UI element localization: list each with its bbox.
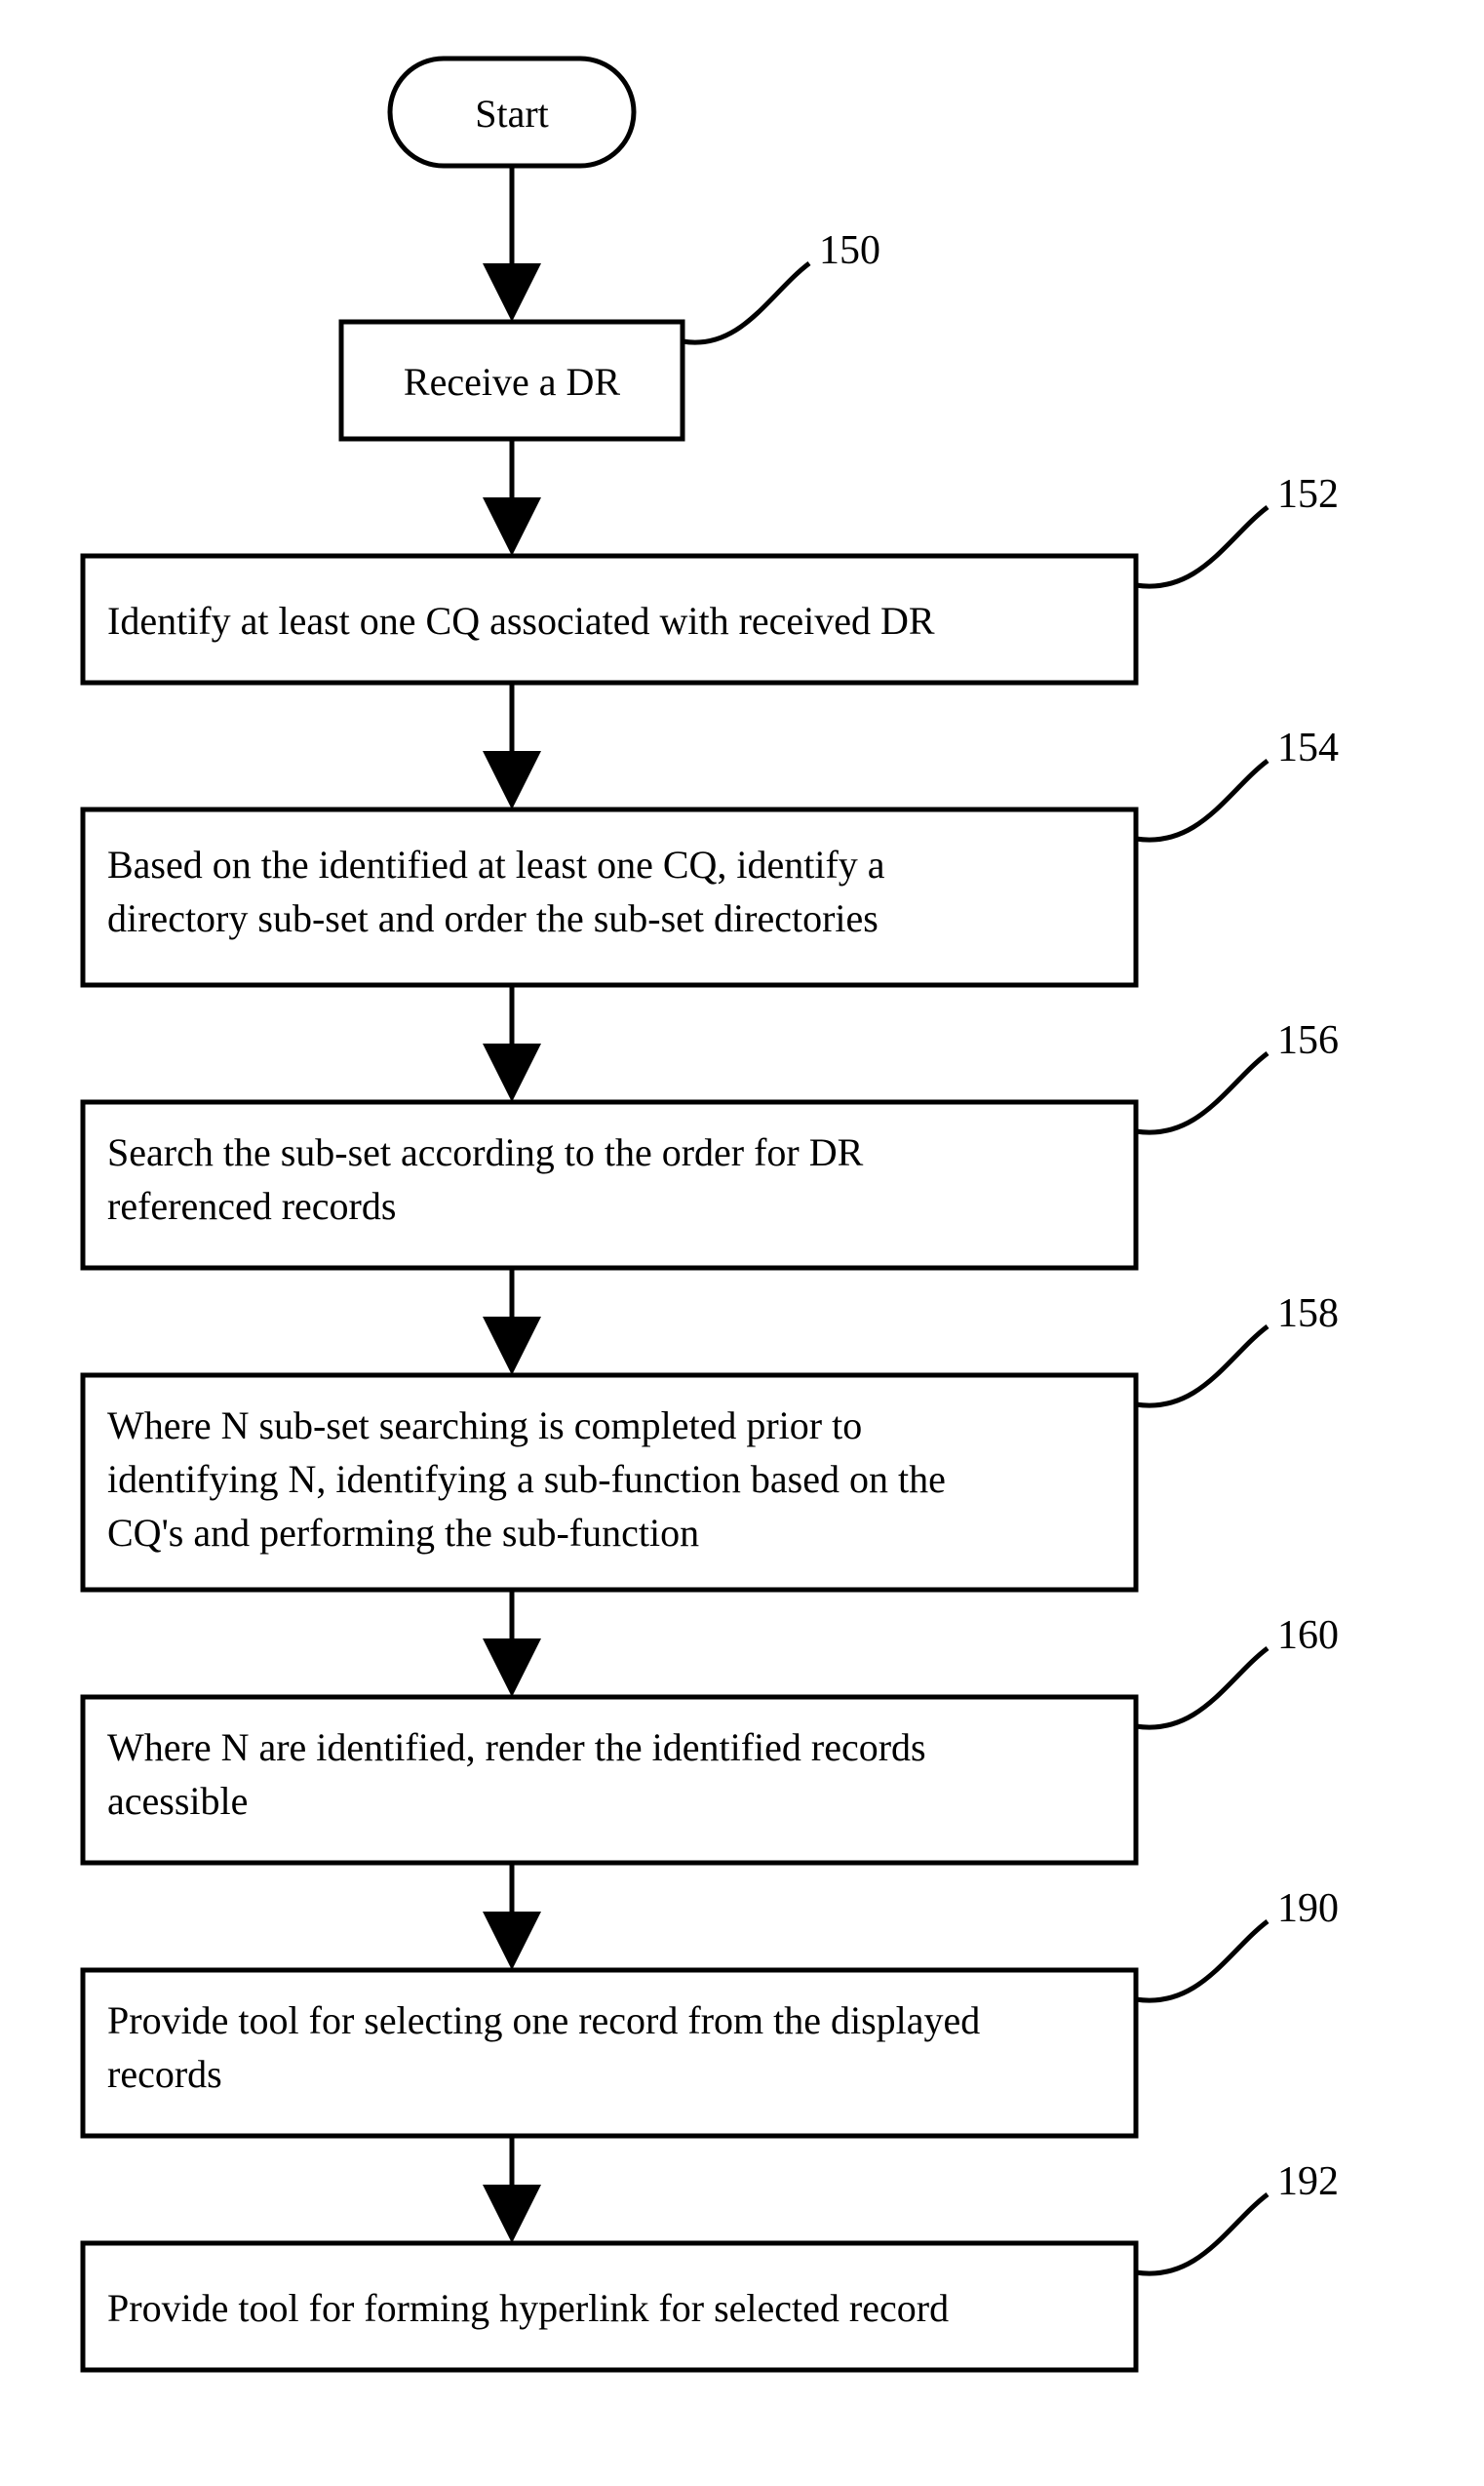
- step-160-text: Where N are identified, render the ident…: [107, 1725, 936, 1823]
- step-192-id: 192: [1277, 2159, 1339, 2204]
- step-154-text: Based on the identified at least one CQ,…: [107, 843, 895, 940]
- callout-line: [683, 263, 809, 342]
- step-160-id: 160: [1277, 1613, 1339, 1658]
- step-158: Where N sub-set searching is completed p…: [83, 1291, 1339, 1590]
- start-node: Start: [390, 59, 634, 166]
- step-158-id: 158: [1277, 1291, 1339, 1336]
- callout-line: [1136, 1921, 1268, 2000]
- step-154: Based on the identified at least one CQ,…: [83, 726, 1339, 985]
- step-152: Identify at least one CQ associated with…: [83, 472, 1339, 683]
- step-150-id: 150: [819, 228, 880, 273]
- step-160: Where N are identified, render the ident…: [83, 1613, 1339, 1863]
- start-label: Start: [475, 92, 549, 136]
- step-152-text: Identify at least one CQ associated with…: [107, 599, 935, 643]
- callout-line: [1136, 1053, 1268, 1132]
- flowchart-svg: Start Receive a DR 150 Identify at least…: [0, 0, 1484, 2486]
- step-190-id: 190: [1277, 1886, 1339, 1931]
- callout-line: [1136, 2194, 1268, 2273]
- step-150-text: Receive a DR: [404, 360, 620, 404]
- step-152-id: 152: [1277, 472, 1339, 517]
- callout-line: [1136, 507, 1268, 586]
- step-154-id: 154: [1277, 726, 1339, 770]
- step-158-text: Where N sub-set searching is completed p…: [107, 1403, 956, 1555]
- step-150: Receive a DR 150: [341, 228, 880, 439]
- step-156-id: 156: [1277, 1018, 1339, 1063]
- step-190: Provide tool for selecting one record fr…: [83, 1886, 1339, 2136]
- callout-line: [1136, 1648, 1268, 1727]
- callout-line: [1136, 761, 1268, 840]
- step-156-text: Search the sub-set according to the orde…: [107, 1130, 873, 1228]
- step-156: Search the sub-set according to the orde…: [83, 1018, 1339, 1268]
- step-192: Provide tool for forming hyperlink for s…: [83, 2159, 1339, 2370]
- step-192-text: Provide tool for forming hyperlink for s…: [107, 2286, 949, 2330]
- step-190-text: Provide tool for selecting one record fr…: [107, 1998, 990, 2096]
- callout-line: [1136, 1326, 1268, 1405]
